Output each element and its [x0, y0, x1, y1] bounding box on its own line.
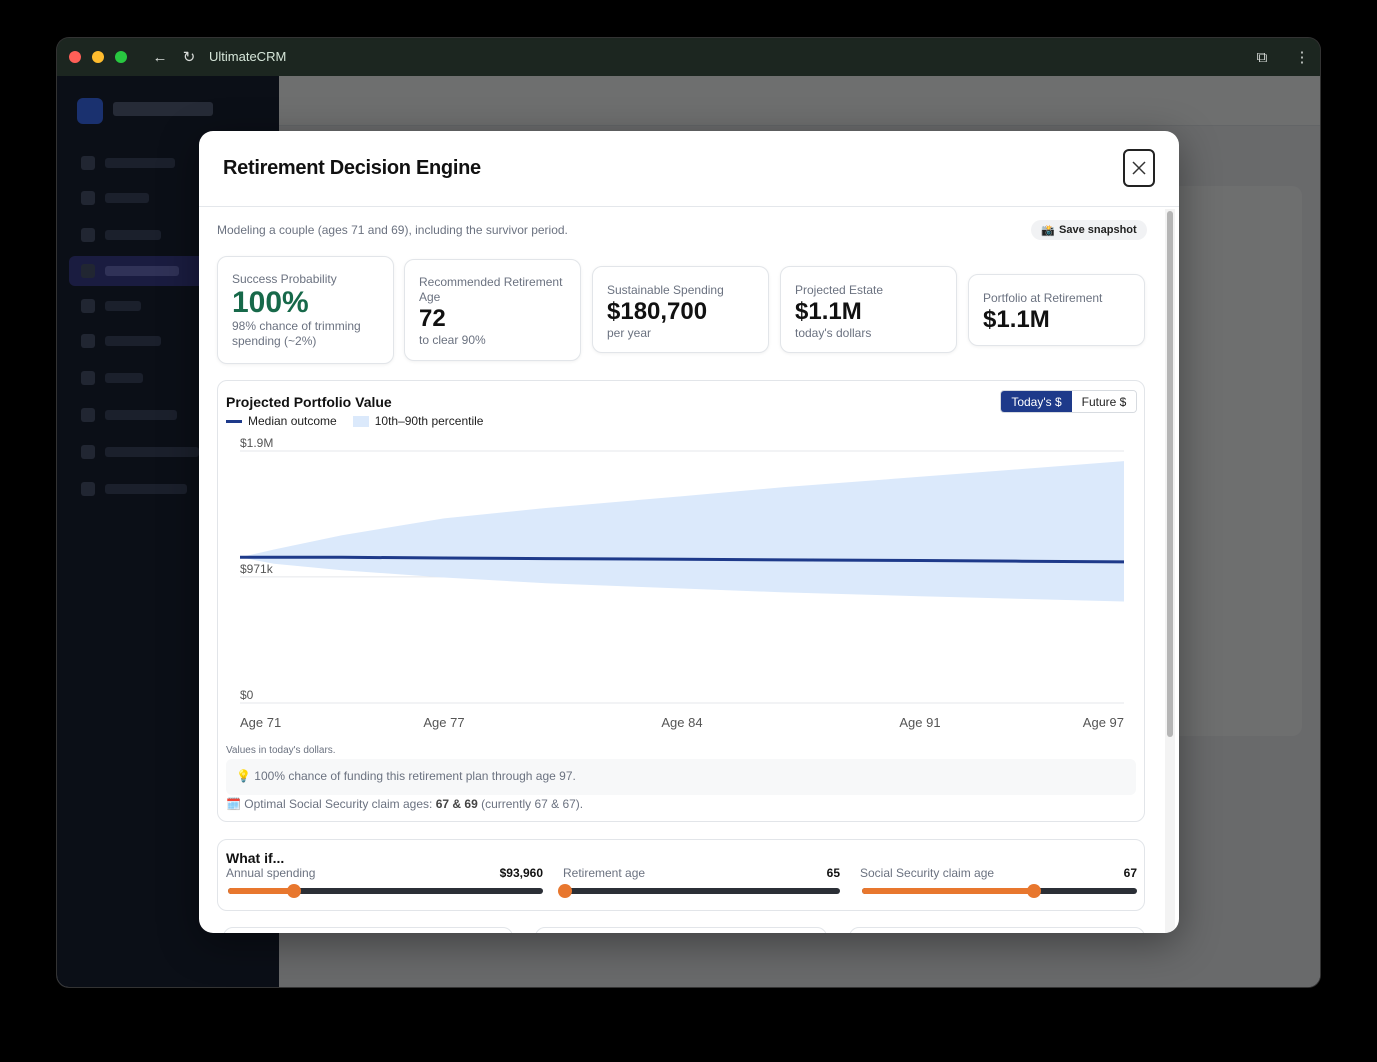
card-peek — [535, 927, 827, 933]
annual-spending-slider[interactable]: Annual spending $93,960 — [226, 865, 543, 901]
x-tick-label: Age 97 — [1083, 715, 1124, 730]
kpi-projected-estate: Projected Estate $1.1M today's dollars — [780, 266, 957, 353]
x-tick-label: Age 71 — [240, 715, 281, 730]
kpi-sub: per year — [607, 326, 652, 340]
save-snapshot-label: Save snapshot — [1059, 224, 1137, 236]
slider-thumb[interactable] — [1026, 884, 1041, 898]
slider-value: 67 — [1123, 866, 1137, 880]
lightbulb-icon: 💡 — [236, 769, 251, 783]
portfolio-chart: $0 $971k $1.9M Age 71 Age 77 Age 84 Age 91 Age … — [240, 436, 1125, 730]
retirement-age-slider[interactable]: Retirement age 65 — [558, 865, 840, 901]
percentile-legend-swatch — [352, 415, 369, 427]
kpi-value: $1.1M — [983, 306, 1050, 333]
calendar-icon: 🗓️ — [226, 797, 241, 811]
slider-fill — [228, 888, 295, 894]
percentile-legend-label: 10th–90th percentile — [374, 414, 484, 428]
chart-title: Projected Portfolio Value — [226, 394, 392, 410]
card-peek — [849, 927, 1145, 933]
slider-label: Social Security claim age — [860, 866, 995, 880]
title-bar: ← ↻ UltimateCRM ⧉ ⋮ — [57, 38, 1320, 76]
modal-scrollbar[interactable] — [1165, 209, 1175, 933]
slider-track[interactable] — [862, 884, 1137, 898]
kpi-value: $1.1M — [795, 298, 862, 325]
minimize-window-button[interactable] — [92, 51, 104, 63]
kpi-sub: 98% chance of trimming spending (~2%) — [232, 319, 361, 348]
kpi-sub: today's dollars — [795, 326, 872, 340]
camera-icon: 📸 — [1041, 224, 1056, 237]
currency-toggle: Today's $ Future $ — [1000, 390, 1137, 413]
scrollbar-thumb[interactable] — [1167, 211, 1173, 737]
kpi-recommended-retirement-age: Recommended Retirement Age 72 to clear 9… — [404, 259, 581, 361]
slider-fill — [862, 888, 1034, 894]
what-if-title: What if... — [226, 850, 285, 866]
kpi-sustainable-spending: Sustainable Spending $180,700 per year — [592, 266, 769, 353]
modal-subtitle: Modeling a couple (ages 71 and 69), incl… — [217, 223, 568, 237]
y-tick-label: $971k — [240, 562, 274, 576]
kpi-success-probability: Success Probability 100% 98% chance of t… — [217, 256, 394, 364]
close-button[interactable] — [1123, 149, 1155, 187]
slider-track[interactable] — [558, 884, 840, 898]
portfolio-chart-card: Projected Portfolio Value Today's $ Futu… — [217, 380, 1145, 822]
window-title: UltimateCRM — [209, 49, 287, 64]
social-security-age-slider[interactable]: Social Security claim age 67 — [860, 865, 1137, 901]
kpi-label: Projected Estate — [795, 283, 884, 297]
ss-value: 67 & 69 — [435, 797, 478, 811]
slider-value: 65 — [826, 866, 840, 880]
todays-dollars-toggle[interactable]: Today's $ — [1001, 391, 1072, 412]
slider-track[interactable] — [228, 884, 543, 898]
kpi-value: 100% — [232, 286, 309, 319]
slider-label: Annual spending — [226, 866, 316, 880]
modal-title: Retirement Decision Engine — [223, 157, 481, 179]
slider-thumb[interactable] — [287, 884, 302, 898]
callout-text: 100% chance of funding this retirement p… — [254, 769, 576, 783]
ss-suffix: (currently 67 & 67). — [481, 797, 584, 811]
back-arrow-icon[interactable]: ← — [150, 47, 170, 67]
ss-prefix: Optimal Social Security claim ages: — [244, 797, 433, 811]
kpi-value: 72 — [419, 305, 446, 332]
percentile-band — [240, 461, 1124, 602]
kpi-label: Portfolio at Retirement — [983, 291, 1103, 305]
modal-header: Retirement Decision Engine — [199, 131, 1179, 207]
x-tick-label: Age 77 — [423, 715, 464, 730]
x-tick-label: Age 91 — [899, 715, 940, 730]
y-tick-label: $1.9M — [240, 436, 273, 450]
what-if-card: What if... Annual spending $93,960 Retir… — [217, 839, 1145, 911]
y-tick-label: $0 — [240, 688, 254, 702]
slider-label: Retirement age — [563, 866, 646, 880]
social-security-line: 🗓️ Optimal Social Security claim ages: 6… — [226, 797, 583, 811]
success-callout: 💡 100% chance of funding this retirement… — [226, 759, 1136, 795]
chart-legend: Median outcome 10th–90th percentile — [226, 414, 483, 428]
kpi-sub: to clear 90% — [419, 333, 486, 347]
future-dollars-toggle[interactable]: Future $ — [1072, 391, 1136, 412]
close-window-button[interactable] — [69, 51, 81, 63]
median-legend-swatch — [226, 419, 242, 423]
extensions-icon[interactable]: ⧉ — [1252, 47, 1272, 67]
close-icon — [1132, 161, 1146, 175]
slider-value: $93,960 — [499, 866, 543, 880]
reload-icon[interactable]: ↻ — [179, 47, 199, 67]
retirement-modal: Retirement Decision Engine Modeling a co… — [199, 131, 1179, 933]
x-tick-label: Age 84 — [661, 715, 702, 730]
more-menu-icon[interactable]: ⋮ — [1292, 47, 1312, 67]
slider-thumb[interactable] — [558, 884, 572, 898]
kpi-label: Success Probability — [232, 272, 337, 286]
card-peek — [223, 927, 513, 933]
save-snapshot-button[interactable]: 📸 Save snapshot — [1031, 220, 1147, 240]
median-legend-label: Median outcome — [248, 414, 337, 428]
kpi-label: Recommended Retirement Age — [419, 275, 563, 304]
chart-note: Values in today's dollars. — [226, 745, 336, 756]
kpi-value: $180,700 — [607, 298, 708, 325]
maximize-window-button[interactable] — [115, 51, 127, 63]
kpi-portfolio-at-retirement: Portfolio at Retirement $1.1M — [968, 274, 1145, 346]
kpi-label: Sustainable Spending — [607, 283, 724, 297]
